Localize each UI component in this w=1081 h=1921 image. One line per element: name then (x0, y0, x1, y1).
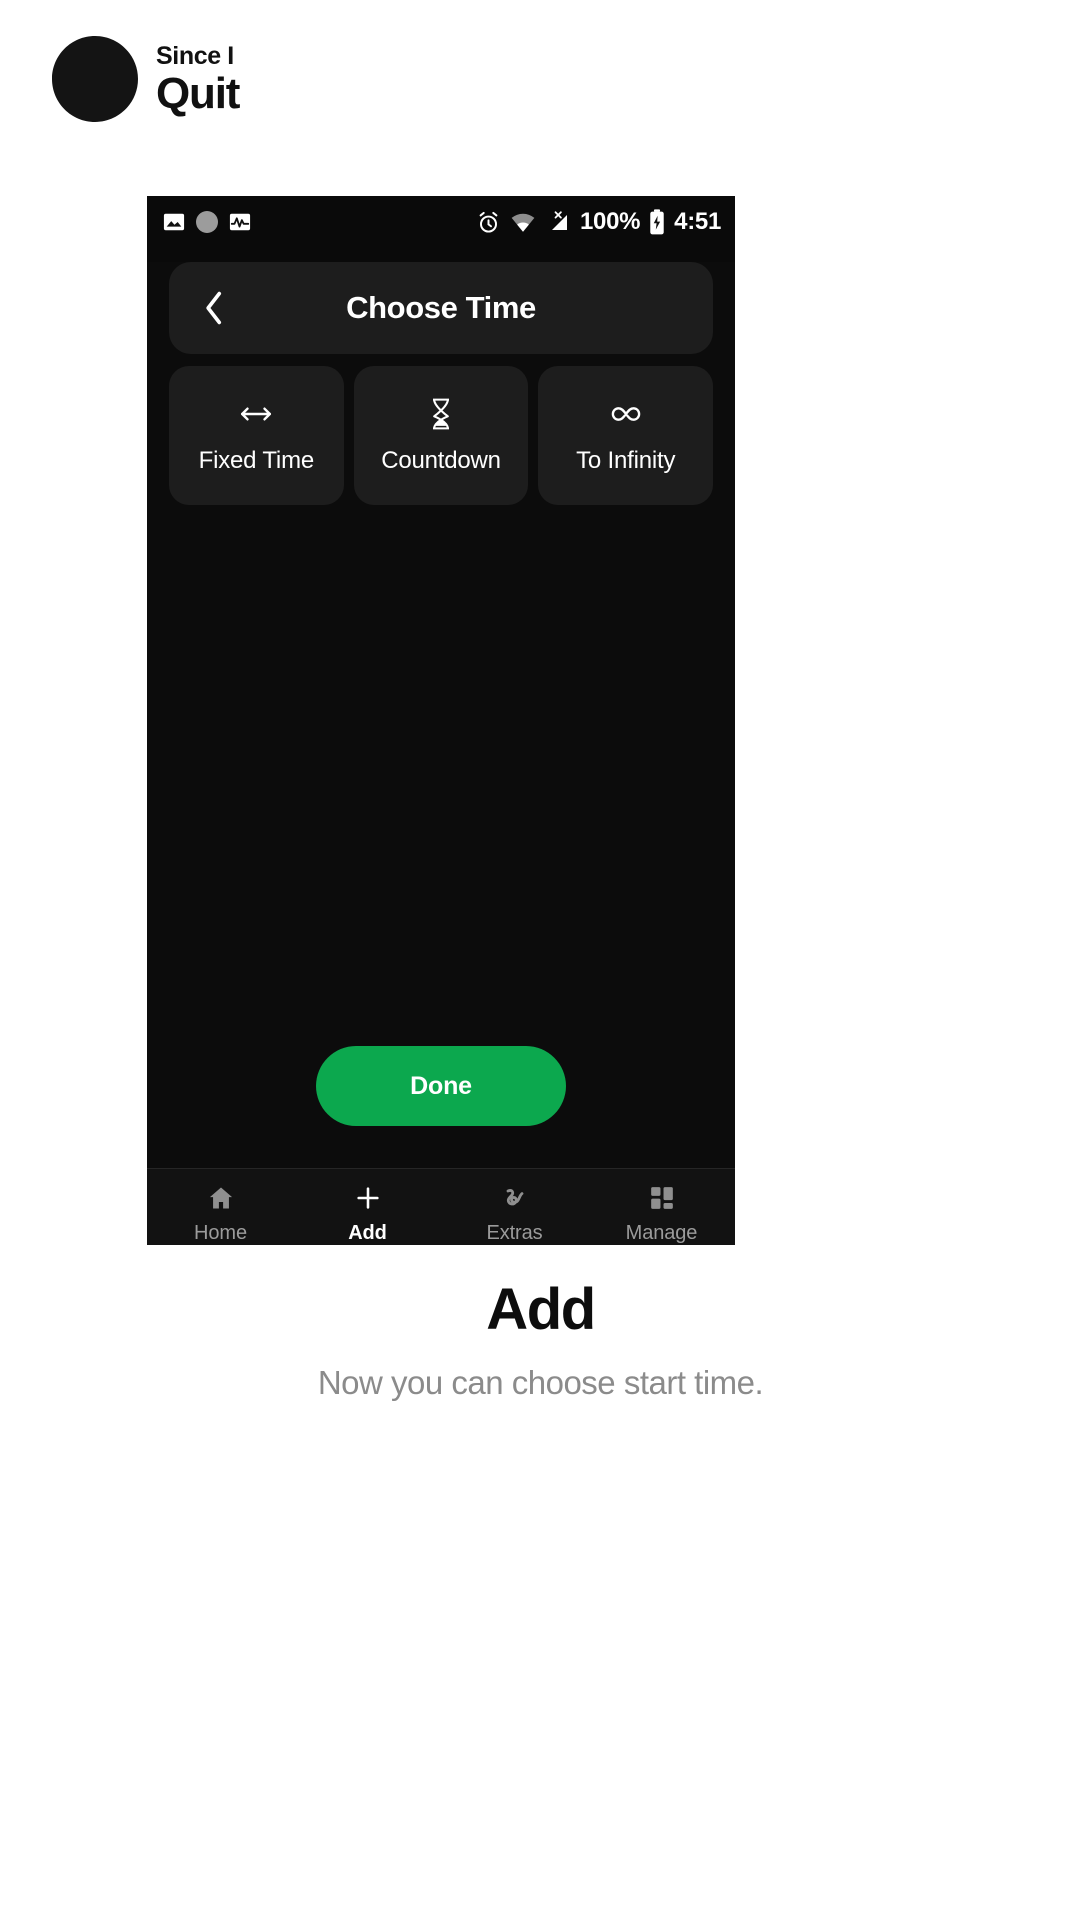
battery-charging-icon (649, 209, 665, 235)
page-title: Choose Time (346, 290, 536, 325)
option-to-infinity[interactable]: To Infinity (538, 366, 714, 505)
chevron-left-icon[interactable] (197, 291, 231, 325)
brand-line-1: Since I (156, 42, 234, 70)
nav-label: Add (348, 1222, 387, 1244)
activity-pulse-icon (229, 211, 251, 233)
app-content: Choose Time Fixed Time Countdown To Infi… (147, 262, 735, 1168)
nav-item-home[interactable]: Home (147, 1183, 294, 1245)
nav-item-manage[interactable]: Manage (588, 1183, 735, 1245)
nav-label: Home (194, 1222, 247, 1244)
squiggle-icon (501, 1183, 529, 1213)
image-icon (163, 211, 185, 233)
brand-line-2: Quit (156, 69, 240, 118)
brand-logo: Since I Quit (52, 36, 240, 122)
done-button[interactable]: Done (316, 1046, 566, 1126)
infinity-icon (608, 397, 644, 431)
status-bar-notifications (163, 211, 251, 233)
dashboard-grid-icon (649, 1183, 675, 1213)
status-bar: 100% 4:51 (147, 196, 735, 248)
option-label: Fixed Time (198, 446, 315, 474)
hourglass-icon (429, 397, 453, 431)
left-right-arrow-icon (239, 397, 273, 431)
no-signal-icon (545, 210, 571, 234)
caption-title: Add (486, 1277, 596, 1342)
clock-label: 4:51 (674, 208, 721, 235)
app-header: Choose Time (169, 262, 713, 354)
nav-label: Extras (486, 1222, 543, 1244)
option-label: To Infinity (576, 446, 676, 474)
option-fixed-time[interactable]: Fixed Time (169, 366, 344, 505)
option-countdown[interactable]: Countdown (353, 366, 529, 505)
bottom-navigation: Home Add Extras Manage (147, 1168, 735, 1245)
battery-percent-label: 100% (579, 208, 641, 235)
brand-wordmark: Since I Quit (156, 42, 240, 118)
home-icon (207, 1183, 235, 1213)
caption-block: Add Now you can choose start time. (0, 1278, 1081, 1402)
status-bar-system: 100% 4:51 (476, 209, 721, 235)
alarm-clock-icon (476, 210, 501, 235)
circle-badge-icon (196, 211, 218, 233)
primary-action-area: Done (147, 1046, 735, 1126)
plus-icon (354, 1183, 382, 1213)
option-label: Countdown (381, 446, 501, 474)
since-i-quit-ring-logo-icon (52, 36, 138, 122)
page-root: Since I Quit 100% 4:51 Choose Time Fixed… (0, 0, 1081, 1921)
phone-screenshot: 100% 4:51 Choose Time Fixed Time Countdo… (147, 196, 735, 1245)
wifi-icon (510, 211, 536, 233)
caption-subtitle: Now you can choose start time. (317, 1363, 764, 1401)
nav-item-add[interactable]: Add (294, 1183, 441, 1245)
nav-item-extras[interactable]: Extras (441, 1183, 588, 1245)
time-mode-options: Fixed Time Countdown To Infinity (169, 366, 714, 505)
nav-label: Manage (625, 1222, 698, 1244)
